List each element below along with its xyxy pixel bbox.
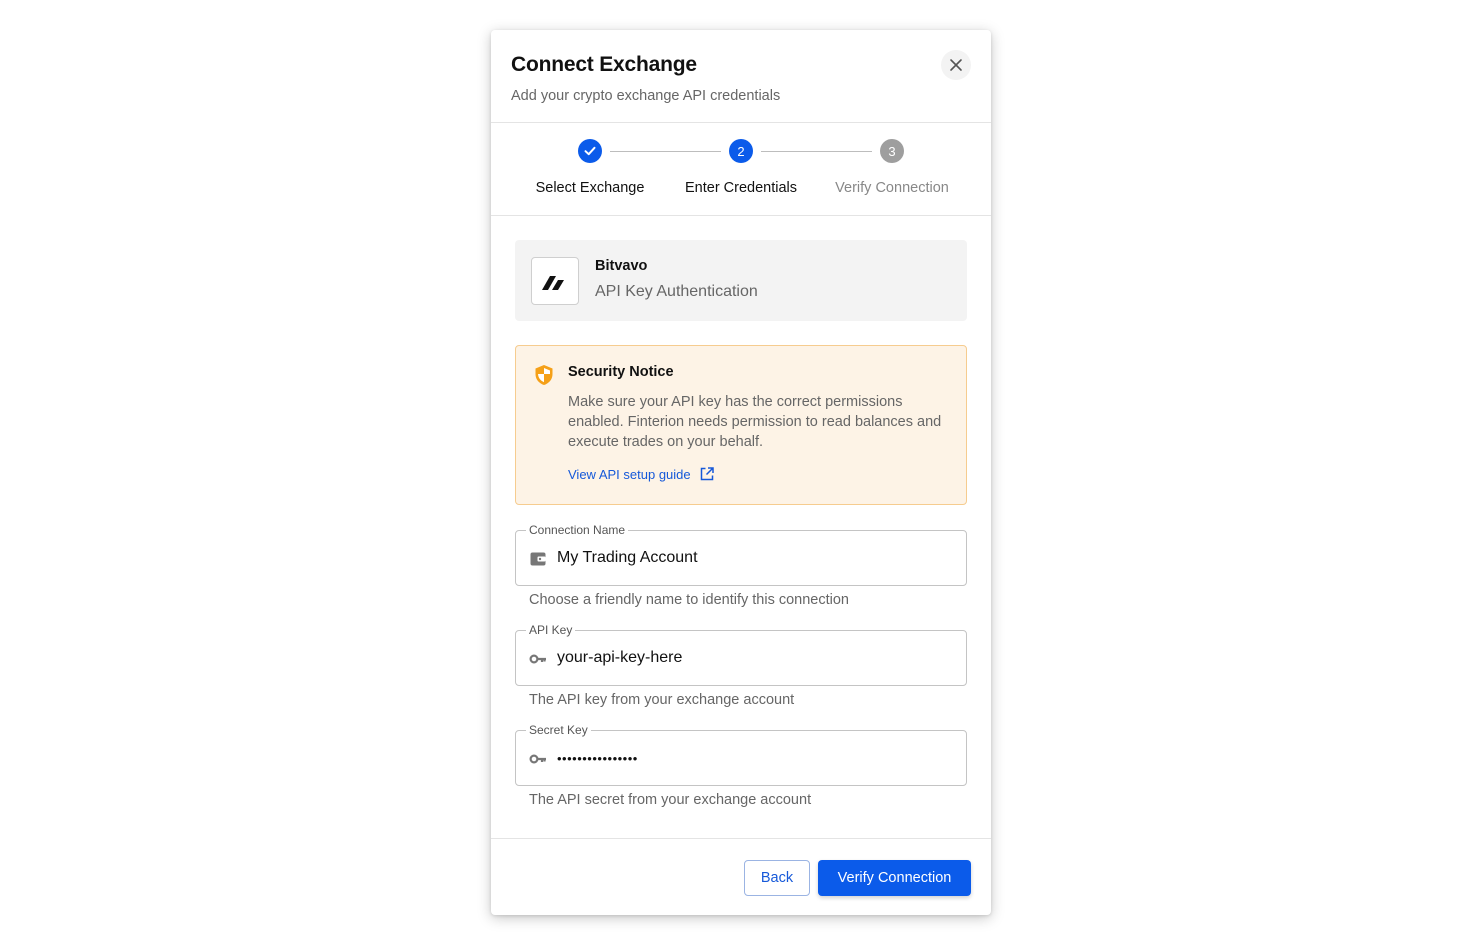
exchange-name: Bitvavo <box>595 258 648 274</box>
shield-icon <box>535 365 553 385</box>
api-setup-guide-link[interactable]: View API setup guide <box>568 466 715 482</box>
step-connector-2 <box>761 151 872 152</box>
step-label-enter-credentials: Enter Credentials <box>684 180 798 196</box>
api-key-label: API Key <box>526 623 576 637</box>
key-icon <box>529 754 546 764</box>
secret-key-helper: The API secret from your exchange accoun… <box>529 792 812 808</box>
security-notice-text: Make sure your API key has the correct p… <box>568 394 942 450</box>
wallet-icon <box>530 552 546 566</box>
security-notice-title: Security Notice <box>568 364 674 380</box>
secret-key-input[interactable] <box>557 745 952 771</box>
dialog-header: Connect Exchange Add your crypto exchang… <box>491 30 991 123</box>
connection-name-helper: Choose a friendly name to identify this … <box>529 592 849 608</box>
selected-exchange-card: Bitvavo API Key Authentication <box>515 240 967 321</box>
step-1-completed-indicator <box>578 139 602 163</box>
connect-exchange-dialog: Connect Exchange Add your crypto exchang… <box>491 30 991 915</box>
dialog-subtitle: Add your crypto exchange API credentials <box>511 88 781 104</box>
security-notice: Security Notice Make sure your API key h… <box>515 345 967 505</box>
key-icon <box>529 654 546 664</box>
exchange-auth-method: API Key Authentication <box>595 283 758 300</box>
close-button[interactable] <box>941 50 971 80</box>
step-connector-1 <box>610 151 721 152</box>
secret-key-field: Secret Key <box>515 723 967 786</box>
step-3-indicator: 3 <box>880 139 904 163</box>
dialog-footer: Back Verify Connection <box>491 838 991 915</box>
close-icon <box>950 59 962 71</box>
step-2-indicator: 2 <box>729 139 753 163</box>
connection-name-input[interactable] <box>557 545 952 571</box>
bitvavo-logo <box>531 257 579 305</box>
api-key-input[interactable] <box>557 645 952 671</box>
connection-name-field: Connection Name <box>515 523 967 586</box>
secret-key-label: Secret Key <box>526 723 591 737</box>
check-icon <box>584 146 596 156</box>
verify-connection-button[interactable]: Verify Connection <box>818 860 971 896</box>
back-button[interactable]: Back <box>744 860 810 896</box>
external-link-icon <box>700 467 714 481</box>
bitvavo-logo-icon <box>542 276 564 290</box>
api-setup-guide-label: View API setup guide <box>568 466 691 482</box>
dialog-title: Connect Exchange <box>511 53 697 76</box>
api-key-helper: The API key from your exchange account <box>529 692 795 708</box>
step-label-select-exchange: Select Exchange <box>535 180 645 196</box>
stepper: 2 3 Select Exchange Enter Credentials Ve… <box>491 123 991 216</box>
api-key-field: API Key <box>515 623 967 686</box>
connection-name-label: Connection Name <box>526 523 629 537</box>
step-label-verify-connection: Verify Connection <box>835 180 949 196</box>
